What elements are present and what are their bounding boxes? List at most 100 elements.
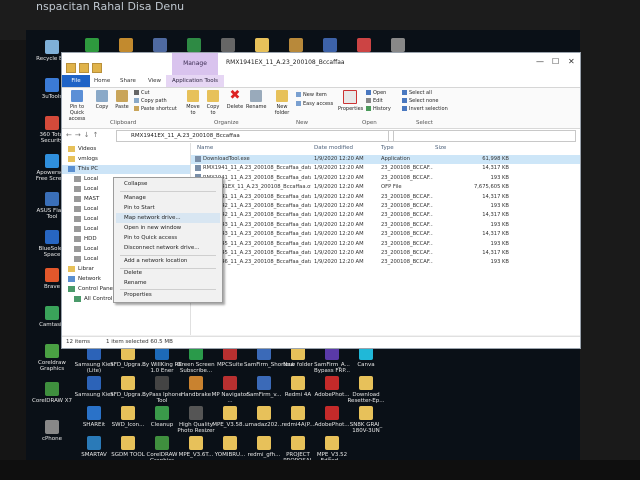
- tab-file[interactable]: File: [62, 75, 90, 87]
- column-header-type[interactable]: Type: [381, 145, 394, 151]
- nav-item-local-6[interactable]: Local: [74, 245, 98, 254]
- app-icon: [119, 38, 133, 52]
- menu-item-pin-start[interactable]: Pin to Start: [124, 205, 155, 211]
- history-button[interactable]: History: [366, 106, 391, 113]
- menu-item-add-network-location[interactable]: Add a network location: [124, 258, 187, 264]
- nav-item-this-pc[interactable]: This PC: [62, 165, 190, 174]
- app-icon: [257, 376, 271, 390]
- table-row[interactable]: RMX1943_11_A.23_200108_Bccaffaa_data... 1…: [191, 230, 580, 239]
- tab-share[interactable]: Share: [114, 75, 142, 87]
- nav-item-control-panel[interactable]: Control Panel: [68, 285, 114, 294]
- column-header-date[interactable]: Date modified: [314, 145, 353, 151]
- folder-icon[interactable]: [66, 63, 76, 73]
- nav-item-local-5[interactable]: Local: [74, 225, 98, 234]
- folder-icon: [255, 38, 269, 52]
- table-row[interactable]: RMX1941_11_A.23_200108_Bccaffaa_data... 1…: [191, 193, 580, 202]
- menu-item-map-network-drive[interactable]: Map network drive...: [124, 215, 181, 221]
- menu-item-disconnect-drive[interactable]: Disconnect network drive...: [124, 245, 200, 251]
- menu-item-collapse[interactable]: Collapse: [124, 181, 147, 187]
- quick-access-toolbar[interactable]: [66, 58, 126, 73]
- menu-item-open-new-window[interactable]: Open in new window: [124, 225, 181, 231]
- menu-item-manage[interactable]: Manage: [124, 195, 146, 201]
- desktop-icon[interactable]: cPhone: [32, 420, 72, 442]
- title-bar[interactable]: Manage RMX1941EX_11_A.23_200108_Bccaffaa…: [62, 53, 580, 75]
- nav-item-vmlogs[interactable]: vmlogs: [68, 155, 98, 164]
- new-item-button[interactable]: New item: [296, 92, 327, 99]
- history-label: History: [373, 106, 391, 112]
- tab-application-tools[interactable]: Application Tools: [166, 75, 225, 87]
- window-title: RMX1941EX_11_A.23_200108_Bccaffaa: [226, 59, 345, 66]
- menu-item-rename[interactable]: Rename: [124, 280, 147, 286]
- select-all-icon: [402, 90, 407, 95]
- maximize-icon[interactable]: ☐: [552, 57, 559, 66]
- select-group-label: Select: [416, 120, 433, 126]
- select-all-button[interactable]: Select all: [402, 90, 432, 97]
- new-folder-button[interactable]: New folder: [272, 90, 292, 116]
- table-row[interactable]: RMX1942_11_A.23_200108_Bccaffaa_data... 1…: [191, 202, 580, 211]
- invert-selection-button[interactable]: Invert selection: [402, 106, 448, 113]
- edit-button[interactable]: Edit: [366, 98, 383, 105]
- close-icon[interactable]: ✕: [568, 57, 575, 66]
- cut-button[interactable]: Cut: [134, 90, 150, 97]
- search-input[interactable]: [388, 130, 576, 142]
- copy-path-button[interactable]: Copy path: [134, 98, 167, 105]
- nav-item-network[interactable]: Network: [68, 275, 101, 284]
- properties-icon[interactable]: [79, 63, 89, 73]
- tab-home[interactable]: Home: [88, 75, 116, 87]
- desktop-icon[interactable]: CorelDRAW X7: [32, 382, 72, 404]
- properties-button[interactable]: Properties: [338, 90, 363, 112]
- cell-type: 23_200108_BCCAF...: [381, 193, 433, 200]
- copy-button[interactable]: Copy: [94, 90, 110, 110]
- address-path[interactable]: RMX1941EX_11_A.23_200108_Bccaffaa: [116, 130, 394, 142]
- status-bar: 12 items 1 item selected 60.5 MB: [62, 336, 580, 348]
- minimize-icon[interactable]: —: [536, 57, 544, 66]
- move-to-button[interactable]: Move to: [184, 90, 202, 116]
- easy-access-button[interactable]: Easy access: [296, 101, 333, 108]
- column-header-name[interactable]: Name: [197, 145, 213, 151]
- open-button[interactable]: Open: [366, 90, 386, 97]
- app-icon: [189, 376, 203, 390]
- menu-item-delete[interactable]: Delete: [124, 270, 142, 276]
- cell-date: 1/9/2020 12:20 AM: [314, 259, 364, 266]
- delete-button[interactable]: ✖ Delete: [226, 89, 244, 110]
- column-header-size[interactable]: Size: [435, 145, 446, 151]
- drive-icon: [74, 235, 81, 242]
- pin-icon: [71, 90, 83, 102]
- drive-icon: [74, 215, 81, 222]
- cell-date: 1/9/2020 12:20 AM: [314, 203, 364, 209]
- table-row[interactable]: RMX1945_11_A.23_200108_Bccaffaa_data... 1…: [191, 240, 580, 249]
- nav-item-master[interactable]: MAST: [74, 195, 99, 204]
- table-row[interactable]: RMX1945_11_A.23_200108_Bccaffaa_data... 1…: [191, 249, 580, 258]
- menu-item-properties[interactable]: Properties: [124, 292, 152, 298]
- table-row[interactable]: RMX1946_11_A.23_200108_Bccaffaa_data... 1…: [191, 258, 580, 267]
- pin-quick-access-button[interactable]: Pin to Quick access: [66, 90, 88, 122]
- nav-item-libraries[interactable]: Librar: [68, 265, 94, 274]
- manage-tab[interactable]: Manage: [172, 53, 218, 75]
- nav-item-local-4[interactable]: Local: [74, 215, 98, 224]
- paste-shortcut-button[interactable]: Paste shortcut: [134, 106, 177, 113]
- nav-item-local-3[interactable]: Local: [74, 205, 98, 214]
- table-row[interactable]: RMX1942_11_A.23_200108_Bccaffaa_data... 1…: [191, 211, 580, 220]
- copy-to-button[interactable]: Copy to: [204, 90, 222, 116]
- rename-button[interactable]: Rename: [246, 90, 267, 110]
- new-folder-icon[interactable]: [92, 63, 102, 73]
- menu-item-pin-quick-access[interactable]: Pin to Quick access: [124, 235, 177, 241]
- paste-button[interactable]: Paste: [114, 90, 130, 110]
- nav-item-hdd[interactable]: HDD: [74, 235, 97, 244]
- nav-item-videos[interactable]: Videos: [68, 145, 96, 154]
- nav-item-local-1[interactable]: Local: [74, 175, 98, 184]
- menu-separator: [120, 191, 216, 192]
- desktop-icon[interactable]: SN8K GRAI_ 180V-3UN: [346, 406, 386, 434]
- nav-item-local-7[interactable]: Local: [74, 255, 98, 264]
- tab-view[interactable]: View: [142, 75, 167, 87]
- table-row[interactable]: RMX1941EX_11_A.23_200108_Bccaffaa.ofp 1/9…: [191, 183, 580, 192]
- table-row[interactable]: RMX1941_11_A.23_200108_Bccaffaa_data... 1…: [191, 164, 580, 173]
- desktop-icon[interactable]: Download Resetter-Ep...: [346, 376, 386, 404]
- desktop-icon[interactable]: Canva: [346, 346, 386, 368]
- table-row[interactable]: DownloadTool.exe 1/9/2020 12:20 AM Applica…: [191, 155, 580, 164]
- table-row[interactable]: RMX1941_11_A.23_200108_Bccaffaa_data... 1…: [191, 174, 580, 183]
- nav-item-local-2[interactable]: Local: [74, 185, 98, 194]
- navigation-arrows[interactable]: ←→↓↑: [66, 131, 101, 139]
- select-none-button[interactable]: Select none: [402, 98, 439, 105]
- table-row[interactable]: RMX1943_11_A.23_200108_Bccaffaa_data... 1…: [191, 221, 580, 230]
